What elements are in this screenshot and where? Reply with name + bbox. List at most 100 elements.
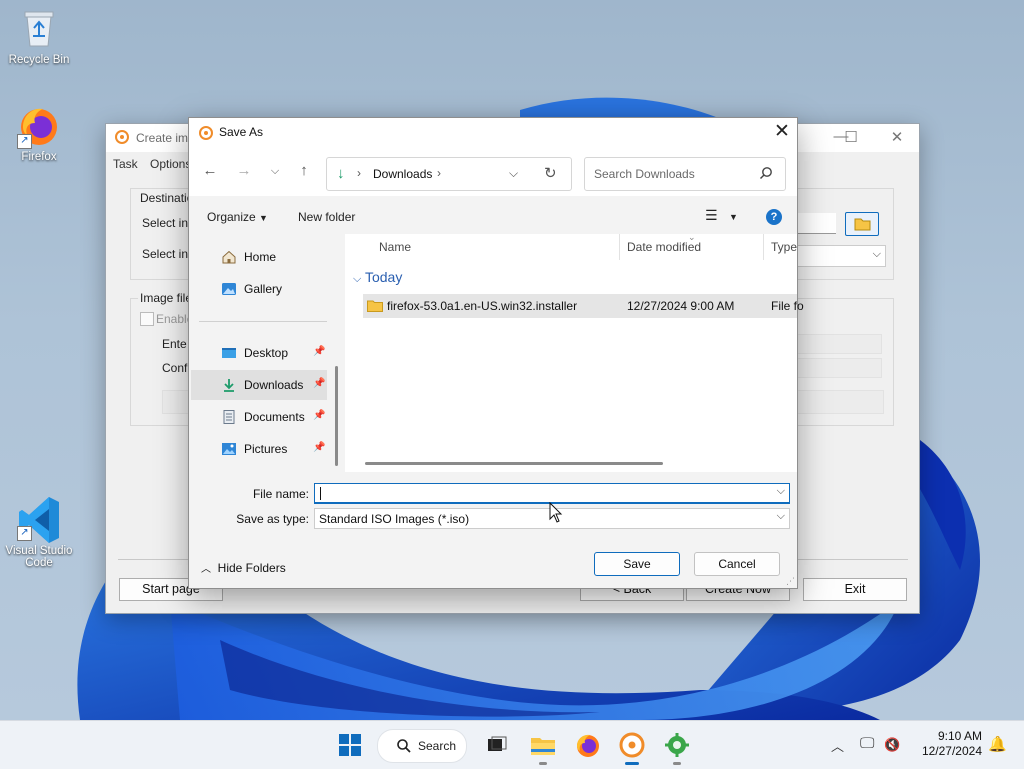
file-row[interactable]: firefox-53.0a1.en-US.win32.installer 12/… bbox=[363, 294, 804, 318]
save-as-dialog[interactable]: Save As ✕ ← → ⌵ ↑ ↓ › Downloads › ⌵ ↻ Se… bbox=[188, 117, 804, 589]
nav-item-documents[interactable]: Documents 📌 bbox=[191, 402, 327, 432]
resize-grip-icon[interactable]: ⋰ bbox=[786, 576, 795, 587]
organize-menu[interactable]: Organize ▼ bbox=[207, 210, 268, 224]
file-list-pane: Name Date modified ⌄ Type ⌵ Today firefo… bbox=[345, 232, 804, 472]
search-box[interactable]: Search Downloads bbox=[584, 157, 786, 191]
notification-bell-icon[interactable]: 🔔 bbox=[988, 735, 1007, 753]
nav-label: Documents bbox=[244, 410, 305, 424]
nav-item-downloads[interactable]: Downloads 📌 bbox=[191, 370, 327, 400]
back-arrow-icon[interactable]: ← bbox=[199, 160, 221, 182]
nav-item-desktop[interactable]: Desktop 📌 bbox=[191, 338, 327, 368]
taskbar-file-explorer[interactable] bbox=[527, 729, 559, 765]
file-name-label: File name: bbox=[252, 487, 309, 501]
nav-label: Home bbox=[244, 250, 277, 264]
breadcrumb-downloads[interactable]: Downloads bbox=[373, 167, 432, 181]
sort-indicator-icon: ⌄ bbox=[688, 232, 696, 242]
new-folder-button[interactable]: New folder bbox=[298, 210, 355, 224]
hide-folders-toggle[interactable]: ︿ Hide Folders bbox=[201, 560, 286, 575]
nav-item-home[interactable]: Home bbox=[191, 242, 327, 272]
taskbar-app-gear[interactable] bbox=[661, 729, 693, 765]
dropdown-arrow-icon: ▼ bbox=[259, 213, 268, 223]
running-indicator bbox=[673, 762, 681, 765]
taskbar-search[interactable]: Search bbox=[377, 729, 467, 763]
column-header-type[interactable]: Type bbox=[771, 240, 797, 254]
nav-label: Gallery bbox=[244, 282, 283, 296]
view-options-icon[interactable]: ☰ bbox=[705, 207, 718, 224]
group-header-today[interactable]: ⌵ Today bbox=[353, 269, 402, 286]
desktop-icon-firefox[interactable]: ↗ Firefox bbox=[1, 103, 77, 163]
file-date-cell: 12/27/2024 9:00 AM bbox=[627, 299, 735, 313]
horizontal-scrollbar[interactable] bbox=[365, 462, 663, 465]
file-name-input[interactable]: ⌵ bbox=[314, 483, 790, 504]
nav-label: Pictures bbox=[244, 442, 288, 456]
nav-item-gallery[interactable]: Gallery bbox=[191, 274, 327, 304]
file-type-cell: File fo bbox=[771, 299, 804, 313]
pin-icon[interactable]: 📌 bbox=[313, 346, 325, 357]
search-icon bbox=[759, 167, 772, 180]
recycle-bin-icon bbox=[17, 6, 61, 50]
desktop-icon bbox=[222, 348, 236, 358]
chevron-down-icon: ⌵ bbox=[872, 248, 881, 260]
maximize-icon[interactable]: ☐ bbox=[836, 128, 866, 148]
desktop-icon-recycle-bin[interactable]: Recycle Bin bbox=[1, 6, 77, 66]
active-indicator bbox=[625, 762, 639, 765]
up-arrow-icon[interactable]: ↑ bbox=[293, 160, 315, 182]
save-button[interactable]: Save bbox=[594, 552, 680, 576]
dialog-titlebar[interactable]: Save As ✕ bbox=[189, 118, 797, 148]
taskbar-clock[interactable]: 9:10 AM 12/27/2024 bbox=[914, 729, 982, 759]
firefox-icon bbox=[577, 734, 599, 757]
destination-path-field[interactable] bbox=[796, 213, 836, 234]
address-bar[interactable]: ↓ › Downloads › ⌵ ↻ bbox=[326, 157, 572, 191]
help-icon[interactable]: ? bbox=[766, 209, 782, 225]
cancel-button[interactable]: Cancel bbox=[694, 552, 780, 576]
desktop-icon-vscode[interactable]: ↗ Visual Studio Code bbox=[1, 495, 77, 569]
shortcut-arrow-icon: ↗ bbox=[17, 526, 32, 541]
search-icon bbox=[397, 739, 411, 753]
start-button[interactable] bbox=[334, 729, 366, 761]
pin-icon[interactable]: 📌 bbox=[313, 378, 325, 389]
password-field[interactable] bbox=[796, 334, 882, 354]
taskbar-disc-app[interactable] bbox=[616, 729, 648, 765]
browse-folder-button[interactable] bbox=[845, 212, 879, 236]
menu-task[interactable]: Task bbox=[113, 157, 138, 171]
pin-icon[interactable]: 📌 bbox=[313, 442, 325, 453]
nav-pane-scrollbar[interactable] bbox=[335, 366, 338, 466]
breadcrumb-separator-icon[interactable]: › bbox=[437, 166, 441, 180]
nav-item-pictures[interactable]: Pictures 📌 bbox=[191, 434, 327, 464]
command-bar: Organize ▼ New folder ☰ ▼ ? bbox=[189, 198, 797, 236]
exit-button[interactable]: Exit bbox=[803, 578, 907, 601]
recent-locations-chevron-icon[interactable]: ⌵ bbox=[264, 160, 286, 182]
address-history-chevron-icon[interactable]: ⌵ bbox=[509, 166, 518, 181]
chevron-up-icon: ︿ bbox=[201, 564, 211, 575]
show-hidden-icons-chevron-icon[interactable]: ︿ bbox=[831, 736, 844, 755]
save-as-type-value: Standard ISO Images (*.iso) bbox=[319, 512, 470, 526]
hide-folders-label: Hide Folders bbox=[217, 561, 286, 575]
close-icon[interactable]: ✕ bbox=[882, 128, 912, 148]
column-header-name[interactable]: Name bbox=[379, 240, 411, 254]
column-separator[interactable] bbox=[619, 234, 620, 260]
taskbar-firefox[interactable] bbox=[572, 729, 604, 761]
network-icon[interactable]: 🖵 bbox=[860, 735, 874, 752]
confirm-password-field[interactable] bbox=[796, 358, 882, 378]
group-label: Today bbox=[364, 269, 403, 285]
chevron-down-icon[interactable]: ⌵ bbox=[777, 485, 785, 498]
task-view-button[interactable] bbox=[481, 729, 513, 761]
menu-options[interactable]: Options bbox=[150, 157, 191, 171]
nav-label: Downloads bbox=[244, 378, 304, 392]
file-name-cell: firefox-53.0a1.en-US.win32.installer bbox=[387, 299, 578, 313]
enable-checkbox[interactable] bbox=[140, 312, 154, 326]
volume-muted-icon[interactable]: 🔇 bbox=[884, 737, 900, 753]
folder-icon bbox=[367, 300, 383, 312]
view-dropdown-arrow-icon[interactable]: ▼ bbox=[729, 212, 738, 222]
refresh-icon[interactable]: ↻ bbox=[544, 164, 557, 182]
destination-label: Destinatio bbox=[138, 191, 196, 205]
shortcut-arrow-icon: ↗ bbox=[17, 134, 32, 149]
forward-arrow-icon[interactable]: → bbox=[233, 160, 255, 182]
nav-label: Desktop bbox=[244, 346, 289, 360]
pin-icon[interactable]: 📌 bbox=[313, 410, 325, 421]
image-type-select[interactable]: ⌵ bbox=[796, 245, 886, 267]
mouse-pointer-icon bbox=[549, 502, 563, 523]
background-window-title: Create ima bbox=[136, 131, 195, 145]
close-icon[interactable]: ✕ bbox=[767, 118, 797, 148]
column-separator[interactable] bbox=[763, 234, 764, 260]
